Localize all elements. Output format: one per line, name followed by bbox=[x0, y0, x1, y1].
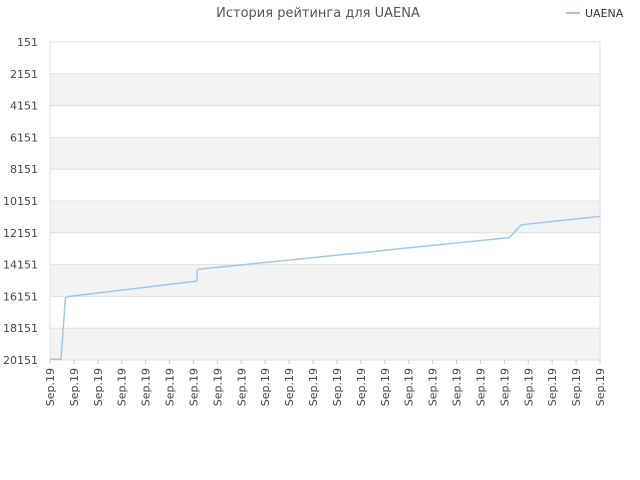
x-axis-ticks: Sep.19 Sep.19 Sep.19 Sep.19 Sep.19 Sep.19 Sep.… bbox=[44, 360, 607, 406]
x-tick-label: Sep.19 bbox=[92, 368, 105, 406]
plot-band bbox=[50, 73, 600, 106]
y-tick-label: 8151 bbox=[10, 163, 38, 176]
chart-title: История рейтинга для UAENA bbox=[216, 6, 420, 21]
x-tick-label: Sep.19 bbox=[451, 368, 464, 406]
plot-band bbox=[50, 232, 600, 265]
x-tick-label: Sep.19 bbox=[259, 368, 272, 406]
legend-label: UAENA bbox=[585, 7, 624, 20]
y-tick-label: 14151 bbox=[3, 259, 38, 272]
x-tick-label: Sep.19 bbox=[570, 368, 583, 406]
y-axis-ticks: 151 2151 4151 6151 8151 10151 12151 14151 16151 1… bbox=[3, 36, 38, 367]
x-tick-label: Sep.19 bbox=[116, 368, 129, 406]
plot-band bbox=[50, 105, 600, 138]
y-tick-label: 10151 bbox=[3, 195, 38, 208]
x-tick-label: Sep.19 bbox=[235, 368, 248, 406]
x-tick-label: Sep.19 bbox=[522, 368, 535, 406]
plot-band bbox=[50, 137, 600, 170]
x-tick-label: Sep.19 bbox=[427, 368, 440, 406]
x-tick-label: Sep.19 bbox=[355, 368, 368, 406]
y-tick-label: 18151 bbox=[3, 322, 38, 335]
legend: UAENA bbox=[566, 7, 624, 20]
y-tick-label: 4151 bbox=[10, 100, 38, 113]
rating-history-chart: 151 2151 4151 6151 8151 10151 12151 14151 16151 1… bbox=[3, 6, 624, 406]
x-tick-label: Sep.19 bbox=[498, 368, 511, 406]
y-tick-label: 151 bbox=[17, 36, 38, 49]
y-tick-label: 12151 bbox=[3, 227, 38, 240]
y-tick-label: 16151 bbox=[3, 290, 38, 303]
x-tick-label: Sep.19 bbox=[331, 368, 344, 406]
plot-band bbox=[50, 264, 600, 297]
x-tick-label: Sep.19 bbox=[140, 368, 153, 406]
x-tick-label: Sep.19 bbox=[546, 368, 559, 406]
x-tick-label: Sep.19 bbox=[68, 368, 81, 406]
plot-band bbox=[50, 169, 600, 201]
y-tick-label: 6151 bbox=[10, 131, 38, 144]
x-tick-label: Sep.19 bbox=[187, 368, 200, 406]
x-tick-label: Sep.19 bbox=[164, 368, 177, 406]
x-tick-label: Sep.19 bbox=[594, 368, 607, 406]
y-tick-label: 2151 bbox=[10, 68, 38, 81]
y-tick-label: 20151 bbox=[3, 354, 38, 367]
x-tick-label: Sep.19 bbox=[283, 368, 296, 406]
plot-band bbox=[50, 328, 600, 360]
x-tick-label: Sep.19 bbox=[474, 368, 487, 406]
x-tick-label: Sep.19 bbox=[403, 368, 416, 406]
x-tick-label: Sep.19 bbox=[379, 368, 392, 406]
plot-band bbox=[50, 42, 600, 74]
plot-band bbox=[50, 296, 600, 329]
x-tick-label: Sep.19 bbox=[307, 368, 320, 406]
x-tick-label: Sep.19 bbox=[44, 368, 57, 406]
x-tick-label: Sep.19 bbox=[211, 368, 224, 406]
